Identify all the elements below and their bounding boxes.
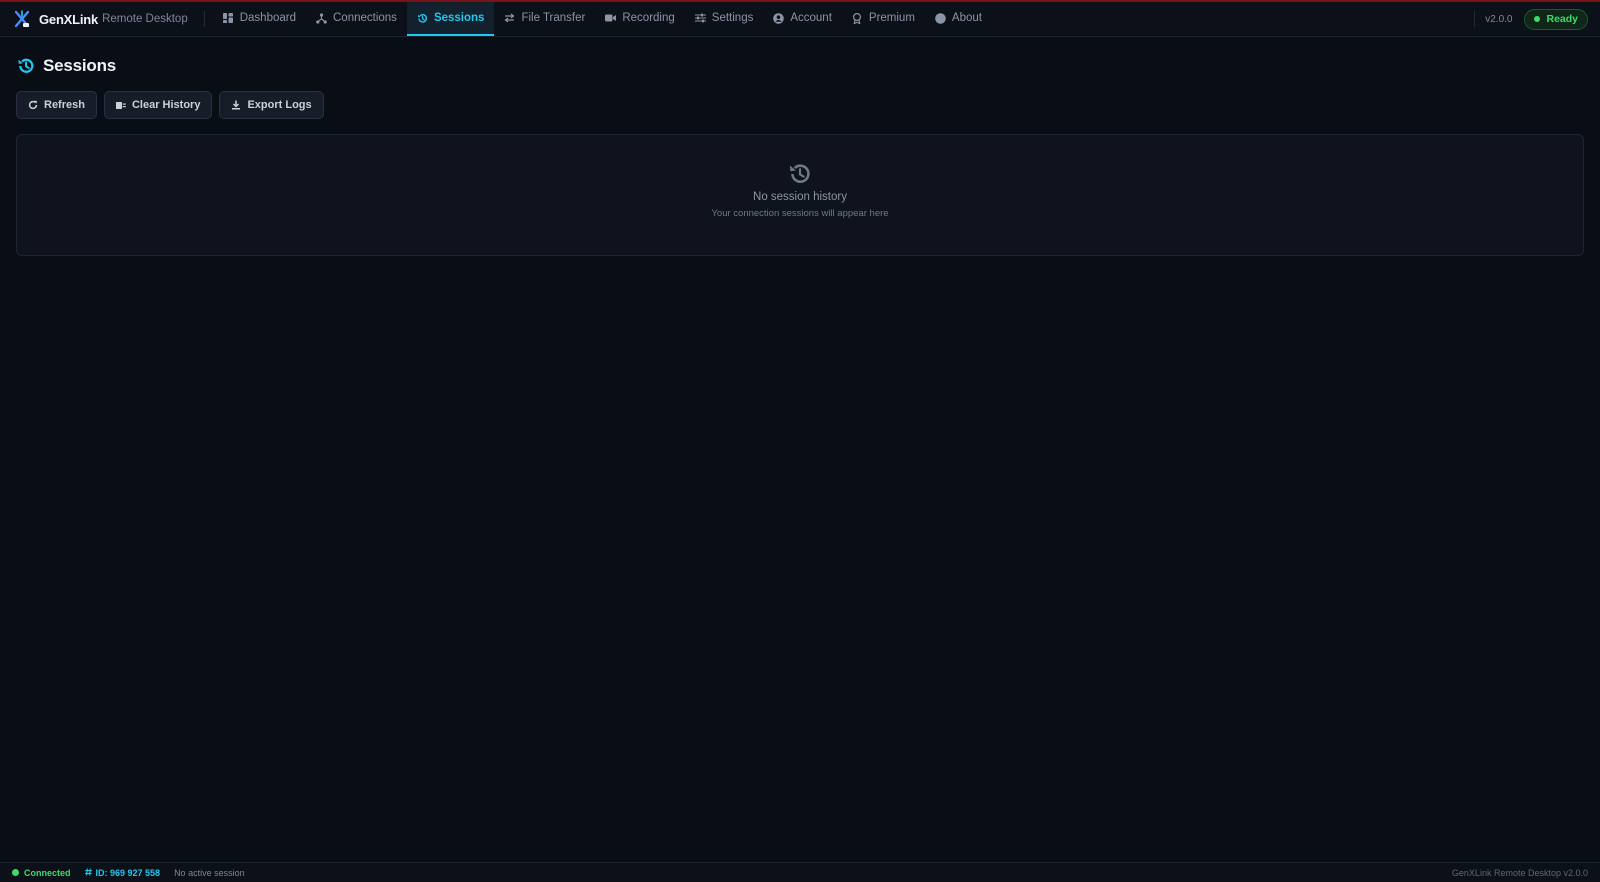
app-version-footer: GenXLink Remote Desktop v2.0.0 — [1451, 867, 1588, 878]
device-id[interactable]: ID: 969 927 558 — [84, 867, 161, 878]
page-title: Sessions — [43, 56, 117, 75]
empty-state-subtitle: Your connection sessions will appear her… — [711, 208, 889, 219]
tab-label: Settings — [711, 12, 754, 24]
tab-label: Connections — [333, 12, 397, 24]
app-version: v2.0.0 — [1485, 13, 1513, 25]
refresh-button[interactable]: Refresh — [16, 91, 97, 119]
brand-name: GenXLink — [39, 11, 99, 27]
clear-history-button[interactable]: Clear History — [103, 91, 213, 119]
tab-label: File Transfer — [521, 12, 586, 24]
history-icon — [17, 57, 35, 75]
status-dot-icon — [1534, 16, 1541, 22]
sliders-icon — [694, 13, 706, 24]
clear-history-label: Clear History — [131, 99, 201, 111]
brand-subtitle: Remote Desktop — [102, 13, 188, 25]
session-status: No active session — [174, 867, 245, 878]
brand[interactable]: GenXLink Remote Desktop — [0, 2, 188, 36]
export-logs-button[interactable]: Export Logs — [219, 91, 324, 119]
tab-settings[interactable]: Settings — [685, 2, 764, 36]
tab-label: Account — [790, 12, 832, 24]
refresh-label: Refresh — [44, 99, 85, 111]
user-circle-icon — [773, 12, 785, 24]
tab-recording[interactable]: Recording — [595, 2, 684, 36]
eraser-icon — [115, 100, 126, 110]
tab-connections[interactable]: Connections — [306, 2, 407, 36]
refresh-icon — [28, 100, 38, 110]
header-right: v2.0.0 Ready — [1474, 2, 1600, 36]
tab-label: About — [951, 12, 982, 24]
tab-label: Premium — [868, 12, 915, 24]
download-icon — [231, 100, 241, 110]
tab-about[interactable]: About — [925, 2, 992, 36]
tab-label: Dashboard — [239, 12, 296, 24]
export-logs-label: Export Logs — [247, 99, 312, 111]
tab-dashboard[interactable]: Dashboard — [213, 2, 306, 36]
award-icon — [852, 12, 863, 24]
history-icon — [417, 13, 428, 24]
empty-state-title: No session history — [753, 191, 847, 203]
connections-icon — [316, 12, 327, 24]
page-header: Sessions — [17, 56, 116, 76]
hash-icon — [84, 867, 92, 878]
tab-account[interactable]: Account — [763, 2, 842, 36]
info-circle-icon — [935, 12, 946, 24]
session-history-empty-state: No session history Your connection sessi… — [16, 134, 1584, 256]
device-id-label: ID: 969 927 558 — [95, 867, 161, 878]
video-camera-icon — [605, 13, 617, 24]
status-badge: Ready — [1524, 8, 1588, 30]
dashboard-icon — [223, 13, 234, 24]
tab-premium[interactable]: Premium — [842, 2, 925, 36]
top-navigation-bar: GenXLink Remote Desktop Dashboard Connec… — [0, 2, 1600, 37]
status-bar: Connected ID: 969 927 558 No active sess… — [0, 862, 1600, 882]
tab-file-transfer[interactable]: File Transfer — [494, 2, 595, 36]
genxlink-logo-icon — [14, 10, 30, 28]
sessions-toolbar: Refresh Clear History Export Logs — [16, 91, 324, 119]
connected-dot-icon — [12, 869, 19, 876]
history-icon — [788, 162, 812, 186]
connection-status: Connected — [12, 868, 71, 878]
tab-label: Sessions — [433, 12, 485, 24]
status-label: Ready — [1546, 13, 1578, 25]
divider — [1474, 11, 1476, 27]
connection-status-label: Connected — [24, 867, 71, 878]
main-nav: Dashboard Connections Sessions File Tran… — [213, 2, 992, 36]
tab-sessions[interactable]: Sessions — [406, 2, 495, 36]
tab-label: Recording — [622, 12, 675, 24]
divider — [203, 11, 205, 27]
transfer-icon — [504, 13, 515, 24]
